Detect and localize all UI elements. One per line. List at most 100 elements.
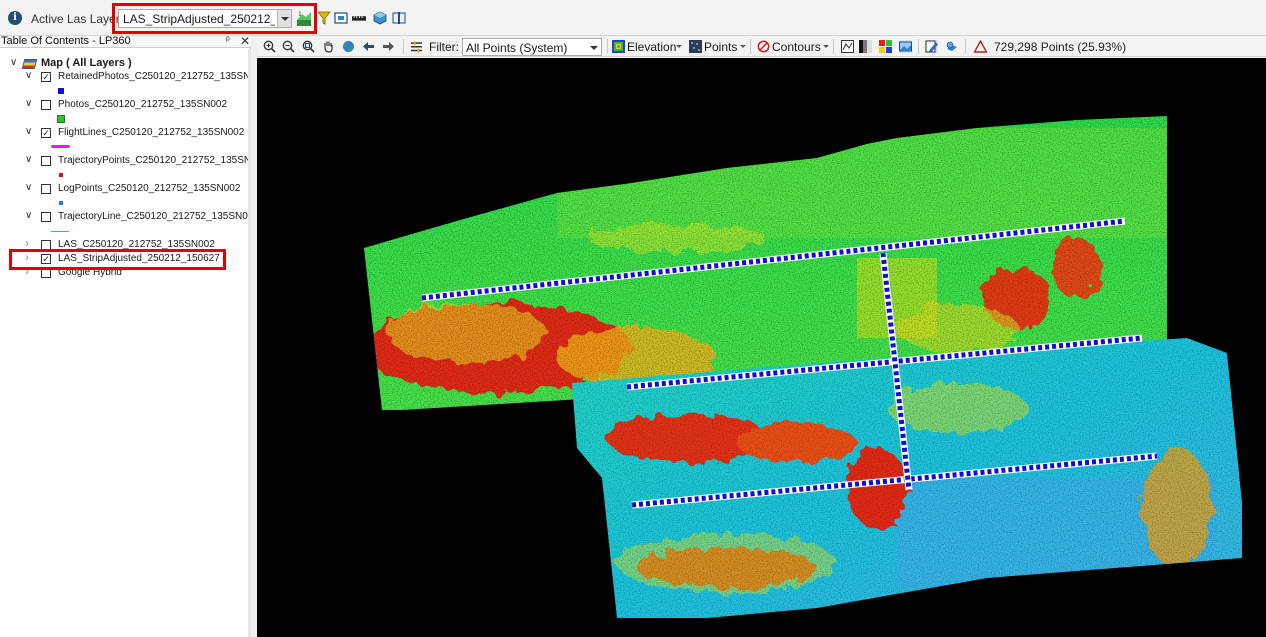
collapse-arrow-icon[interactable]: ∨ xyxy=(10,57,17,68)
elevation-button[interactable]: Elevation xyxy=(627,40,676,54)
filter-dropdown[interactable]: All Points (System) xyxy=(462,38,602,56)
ruler-icon[interactable] xyxy=(352,11,366,25)
layer-label: FlightLines_C250120_212752_135SN002 xyxy=(58,127,245,138)
collapse-arrow-icon[interactable]: ∨ xyxy=(25,98,32,109)
legend-line-icon xyxy=(51,231,69,232)
filter-label: Filter: xyxy=(429,40,459,54)
layer-label: LAS_StripAdjusted_250212_150627 xyxy=(58,253,220,264)
toc-layer-row[interactable]: › Google Hybrid xyxy=(0,264,248,280)
layer-checkbox[interactable] xyxy=(41,212,51,222)
contours-button[interactable]: Contours xyxy=(772,40,821,54)
zoom-out-icon[interactable] xyxy=(282,40,295,53)
layer-checkbox[interactable] xyxy=(41,240,51,250)
info-icon[interactable]: i xyxy=(8,11,22,25)
layer-checkbox[interactable] xyxy=(41,184,51,194)
legend-line-icon xyxy=(51,145,70,148)
elevation-icon[interactable] xyxy=(612,40,625,53)
legend-dot-icon xyxy=(59,201,63,205)
layer-label: Google Hybrid xyxy=(58,267,122,278)
toc-title: Table Of Contents - LP360 xyxy=(1,35,131,47)
points-count: 729,298 Points (25.93%) xyxy=(994,40,1127,54)
active-layer-dropdown[interactable]: LAS_StripAdjusted_250212_150 xyxy=(118,9,292,28)
toc-layer-row[interactable]: › LAS_C250120_212752_135SN002 xyxy=(0,236,248,252)
toolbar-separator xyxy=(750,39,751,54)
close-icon[interactable]: ✕ xyxy=(240,34,250,48)
layer-checkbox[interactable] xyxy=(41,268,51,278)
legend-square-icon xyxy=(58,88,64,94)
contours-caret-icon[interactable] xyxy=(823,45,829,48)
pan-hand-icon[interactable] xyxy=(322,40,335,53)
legend-dot-icon xyxy=(59,173,63,177)
toolbar-separator xyxy=(403,39,404,54)
toc-layer-row[interactable]: ∨ ✓ FlightLines_C250120_212752_135SN002 xyxy=(0,126,248,140)
collapse-arrow-icon[interactable]: ∨ xyxy=(25,126,32,137)
zoom-extent-icon[interactable] xyxy=(302,40,315,53)
toc-layer-row[interactable]: ∨ Photos_C250120_212752_135SN002 xyxy=(0,98,248,112)
profile-view-icon[interactable] xyxy=(841,40,854,53)
expand-arrow-icon[interactable]: › xyxy=(25,250,29,264)
expand-arrow-icon[interactable]: › xyxy=(25,236,29,250)
layer-checkbox[interactable] xyxy=(41,156,51,166)
edit-icon[interactable] xyxy=(925,40,938,53)
expand-arrow-icon[interactable]: › xyxy=(25,264,29,278)
zoom-in-icon[interactable] xyxy=(263,40,276,53)
back-arrow-icon[interactable] xyxy=(362,40,375,53)
3d-view-icon[interactable] xyxy=(945,40,958,53)
globe-icon[interactable] xyxy=(342,40,355,53)
filter-settings-icon[interactable] xyxy=(410,40,423,53)
table-of-contents-panel: Table Of Contents - LP360 ᵖ ✕ ∨ Map ( Al… xyxy=(0,34,251,637)
svg-text:1: 1 xyxy=(298,11,302,18)
toc-layer-row[interactable]: ∨ TrajectoryLine_C250120_212752_135SN002 xyxy=(0,210,248,224)
elevation-caret-icon[interactable] xyxy=(676,45,682,48)
image-view-icon[interactable] xyxy=(899,40,912,53)
toolbar-separator xyxy=(918,39,919,54)
filter-funnel-icon[interactable] xyxy=(317,11,331,25)
collapse-arrow-icon[interactable]: ∨ xyxy=(25,210,32,221)
forward-arrow-icon[interactable] xyxy=(382,40,395,53)
layer-label: RetainedPhotos_C250120_212752_135SN002 xyxy=(58,71,248,82)
point-cloud-view[interactable] xyxy=(257,58,1266,637)
chevron-down-icon[interactable] xyxy=(277,10,291,27)
top-toolbar: i Active Las Layer LAS_StripAdjusted_250… xyxy=(0,0,1266,36)
legend-square-icon xyxy=(57,115,65,123)
pin-icon[interactable]: ᵖ xyxy=(226,35,230,46)
points-display-icon[interactable] xyxy=(689,40,702,53)
layer-checkbox[interactable]: ✓ xyxy=(41,128,51,138)
active-layer-label: Active Las Layer xyxy=(31,12,120,26)
toc-root-item[interactable]: ∨ Map ( All Layers ) xyxy=(0,57,248,71)
layer-label: Photos_C250120_212752_135SN002 xyxy=(58,99,228,110)
collapse-arrow-icon[interactable]: ∨ xyxy=(25,182,32,193)
layer-checkbox[interactable] xyxy=(41,100,51,110)
points-caret-icon[interactable] xyxy=(740,45,746,48)
layer-manager-icon[interactable]: 1 xyxy=(296,9,312,27)
extent-icon[interactable] xyxy=(334,11,348,25)
intensity-icon[interactable] xyxy=(859,40,872,53)
points-button[interactable]: Points xyxy=(704,40,737,54)
toolbar-separator xyxy=(607,39,608,54)
toc-layer-row[interactable]: › ✓ LAS_StripAdjusted_250212_150627 xyxy=(0,250,248,266)
split-icon[interactable] xyxy=(392,11,406,25)
toc-layer-row[interactable]: ∨ LogPoints_C250120_212752_135SN002 xyxy=(0,182,248,196)
layer-label: LogPoints_C250120_212752_135SN002 xyxy=(58,183,241,194)
contours-off-icon[interactable] xyxy=(757,40,770,53)
triangle-warning-icon xyxy=(974,40,987,53)
active-layer-value: LAS_StripAdjusted_250212_150 xyxy=(123,12,275,26)
toc-layer-row[interactable]: ∨ TrajectoryPoints_C250120_212752_135SN0… xyxy=(0,154,248,168)
layer-checkbox[interactable]: ✓ xyxy=(41,254,51,264)
map-canvas[interactable] xyxy=(257,58,1266,637)
classification-icon[interactable] xyxy=(879,40,892,53)
toc-root-label: Map ( All Layers ) xyxy=(41,57,132,69)
collapse-arrow-icon[interactable]: ∨ xyxy=(25,154,32,165)
toc-header: Table Of Contents - LP360 ᵖ ✕ xyxy=(0,34,251,48)
filter-value: All Points (System) xyxy=(466,41,568,55)
layer-checkbox[interactable]: ✓ xyxy=(41,72,51,82)
map-toolbar: Filter: All Points (System) Elevation Po… xyxy=(257,36,1266,57)
collapse-arrow-icon[interactable]: ∨ xyxy=(25,70,32,81)
layer-label: TrajectoryLine_C250120_212752_135SN002 xyxy=(58,211,248,222)
chevron-down-icon[interactable] xyxy=(590,46,598,50)
toolbar-separator xyxy=(833,39,834,54)
cube-icon[interactable] xyxy=(373,11,387,25)
toc-scrollbar[interactable] xyxy=(248,49,251,637)
toc-layer-row[interactable]: ∨ ✓ RetainedPhotos_C250120_212752_135SN0… xyxy=(0,70,248,84)
layer-label: TrajectoryPoints_C250120_212752_135SN002 xyxy=(58,155,248,166)
